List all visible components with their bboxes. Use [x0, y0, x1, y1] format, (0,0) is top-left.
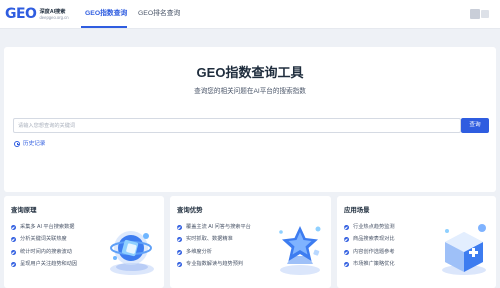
- list-item: 采集多 AI 平台搜索数据: [11, 221, 77, 234]
- list-item: 市场推广策略优化: [344, 259, 395, 272]
- list-item: 专业指数解读与趋势预判: [177, 259, 251, 272]
- search-button[interactable]: 查询: [461, 118, 489, 133]
- list-item-text: 商品搜索表现对比: [353, 236, 395, 243]
- avatar: [470, 9, 480, 19]
- check-icon: [11, 249, 16, 255]
- search-input[interactable]: [18, 121, 448, 131]
- list-item-text: 采集多 AI 平台搜索数据: [20, 223, 75, 230]
- site-logo[interactable]: GEO 深度AI搜索 deepgeo.org.cn: [5, 6, 69, 22]
- list-item-text: 市场推广策略优化: [353, 261, 395, 268]
- list-item: 覆盖主流 AI 问答与搜索平台: [177, 221, 251, 234]
- check-icon: [177, 224, 182, 230]
- list-item: 呈现用户关注趋势和动因: [11, 259, 77, 272]
- check-icon: [344, 249, 349, 255]
- globe-cube-illustration-icon: [110, 231, 154, 275]
- list-item-text: 内容创作选题参考: [353, 248, 395, 255]
- card-query-principle: 查询原理 采集多 AI 平台搜索数据 分析关键词关联热度 统计时间内的搜索波动 …: [4, 196, 164, 288]
- medical-box-illustration-icon: [442, 224, 486, 275]
- check-icon: [11, 224, 16, 230]
- check-icon: [11, 237, 16, 243]
- list-item-text: 行业热点趋势监测: [353, 223, 395, 230]
- check-icon: [344, 224, 349, 230]
- card-title: 查询原理: [11, 207, 37, 214]
- list-item-text: 分析关键词关联热度: [20, 236, 67, 243]
- check-icon: [344, 262, 349, 268]
- logo-mark: GEO: [5, 6, 37, 22]
- list-item: 商品搜索表现对比: [344, 234, 395, 247]
- list-item: 内容创作选题参考: [344, 246, 395, 259]
- logo-domain: deepgeo.org.cn: [39, 14, 69, 20]
- list-item: 统计时间内的搜索波动: [11, 246, 77, 259]
- check-icon: [344, 237, 349, 243]
- tab-geo-ranking-query[interactable]: GEO排名查询: [138, 9, 180, 19]
- list-item-text: 统计时间内的搜索波动: [20, 248, 72, 255]
- list-item: 实时抓取、数据精准: [177, 234, 251, 247]
- list-item: 多维度分析: [177, 246, 251, 259]
- card-use-cases: 应用场景 行业热点趋势监测 商品搜索表现对比 内容创作选题参考 市场推广策略优化: [337, 196, 496, 288]
- card-title: 应用场景: [344, 207, 370, 214]
- card-title: 查询优势: [177, 207, 203, 214]
- user-name-placeholder: [481, 10, 489, 18]
- page-title: GEO指数查询工具: [196, 65, 304, 80]
- list-item: 分析关键词关联热度: [11, 234, 77, 247]
- card-list: 采集多 AI 平台搜索数据 分析关键词关联热度 统计时间内的搜索波动 呈现用户关…: [11, 221, 77, 271]
- check-icon: [177, 237, 182, 243]
- list-item-text: 多维度分析: [186, 248, 212, 255]
- top-nav-bar: GEO 深度AI搜索 deepgeo.org.cn GEO指数查询 GEO排名查…: [0, 0, 500, 29]
- search-box: [13, 118, 461, 133]
- card-query-advantages: 查询优势 覆盖主流 AI 问答与搜索平台 实时抓取、数据精准 多维度分析 专业指…: [170, 196, 331, 288]
- card-list: 行业热点趋势监测 商品搜索表现对比 内容创作选题参考 市场推广策略优化: [344, 221, 395, 271]
- check-icon: [11, 262, 16, 268]
- list-item-text: 专业指数解读与趋势预判: [186, 261, 244, 268]
- history-label: 历史记录: [23, 141, 46, 147]
- check-icon: [177, 262, 182, 268]
- page-subtitle: 查询您的相关问题在AI平台的搜索指数: [194, 88, 306, 95]
- card-list: 覆盖主流 AI 问答与搜索平台 实时抓取、数据精准 多维度分析 专业指数解读与趋…: [177, 221, 251, 271]
- clock-icon: [14, 141, 20, 147]
- list-item-text: 呈现用户关注趋势和动因: [20, 261, 78, 268]
- check-icon: [177, 249, 182, 255]
- star-trophy-illustration-icon: [279, 226, 321, 275]
- tab-geo-index-query[interactable]: GEO指数查询: [85, 9, 127, 19]
- history-link[interactable]: 历史记录: [14, 140, 45, 148]
- list-item: 行业热点趋势监测: [344, 221, 395, 234]
- active-tab-underline: [81, 26, 127, 28]
- logo-text: 深度AI搜索 deepgeo.org.cn: [39, 9, 68, 20]
- list-item-text: 实时抓取、数据精准: [186, 236, 233, 243]
- search-panel: GEO指数查询工具 查询您的相关问题在AI平台的搜索指数 查询 历史记录: [4, 47, 496, 192]
- list-item-text: 覆盖主流 AI 问答与搜索平台: [186, 223, 251, 230]
- user-menu[interactable]: [470, 9, 496, 19]
